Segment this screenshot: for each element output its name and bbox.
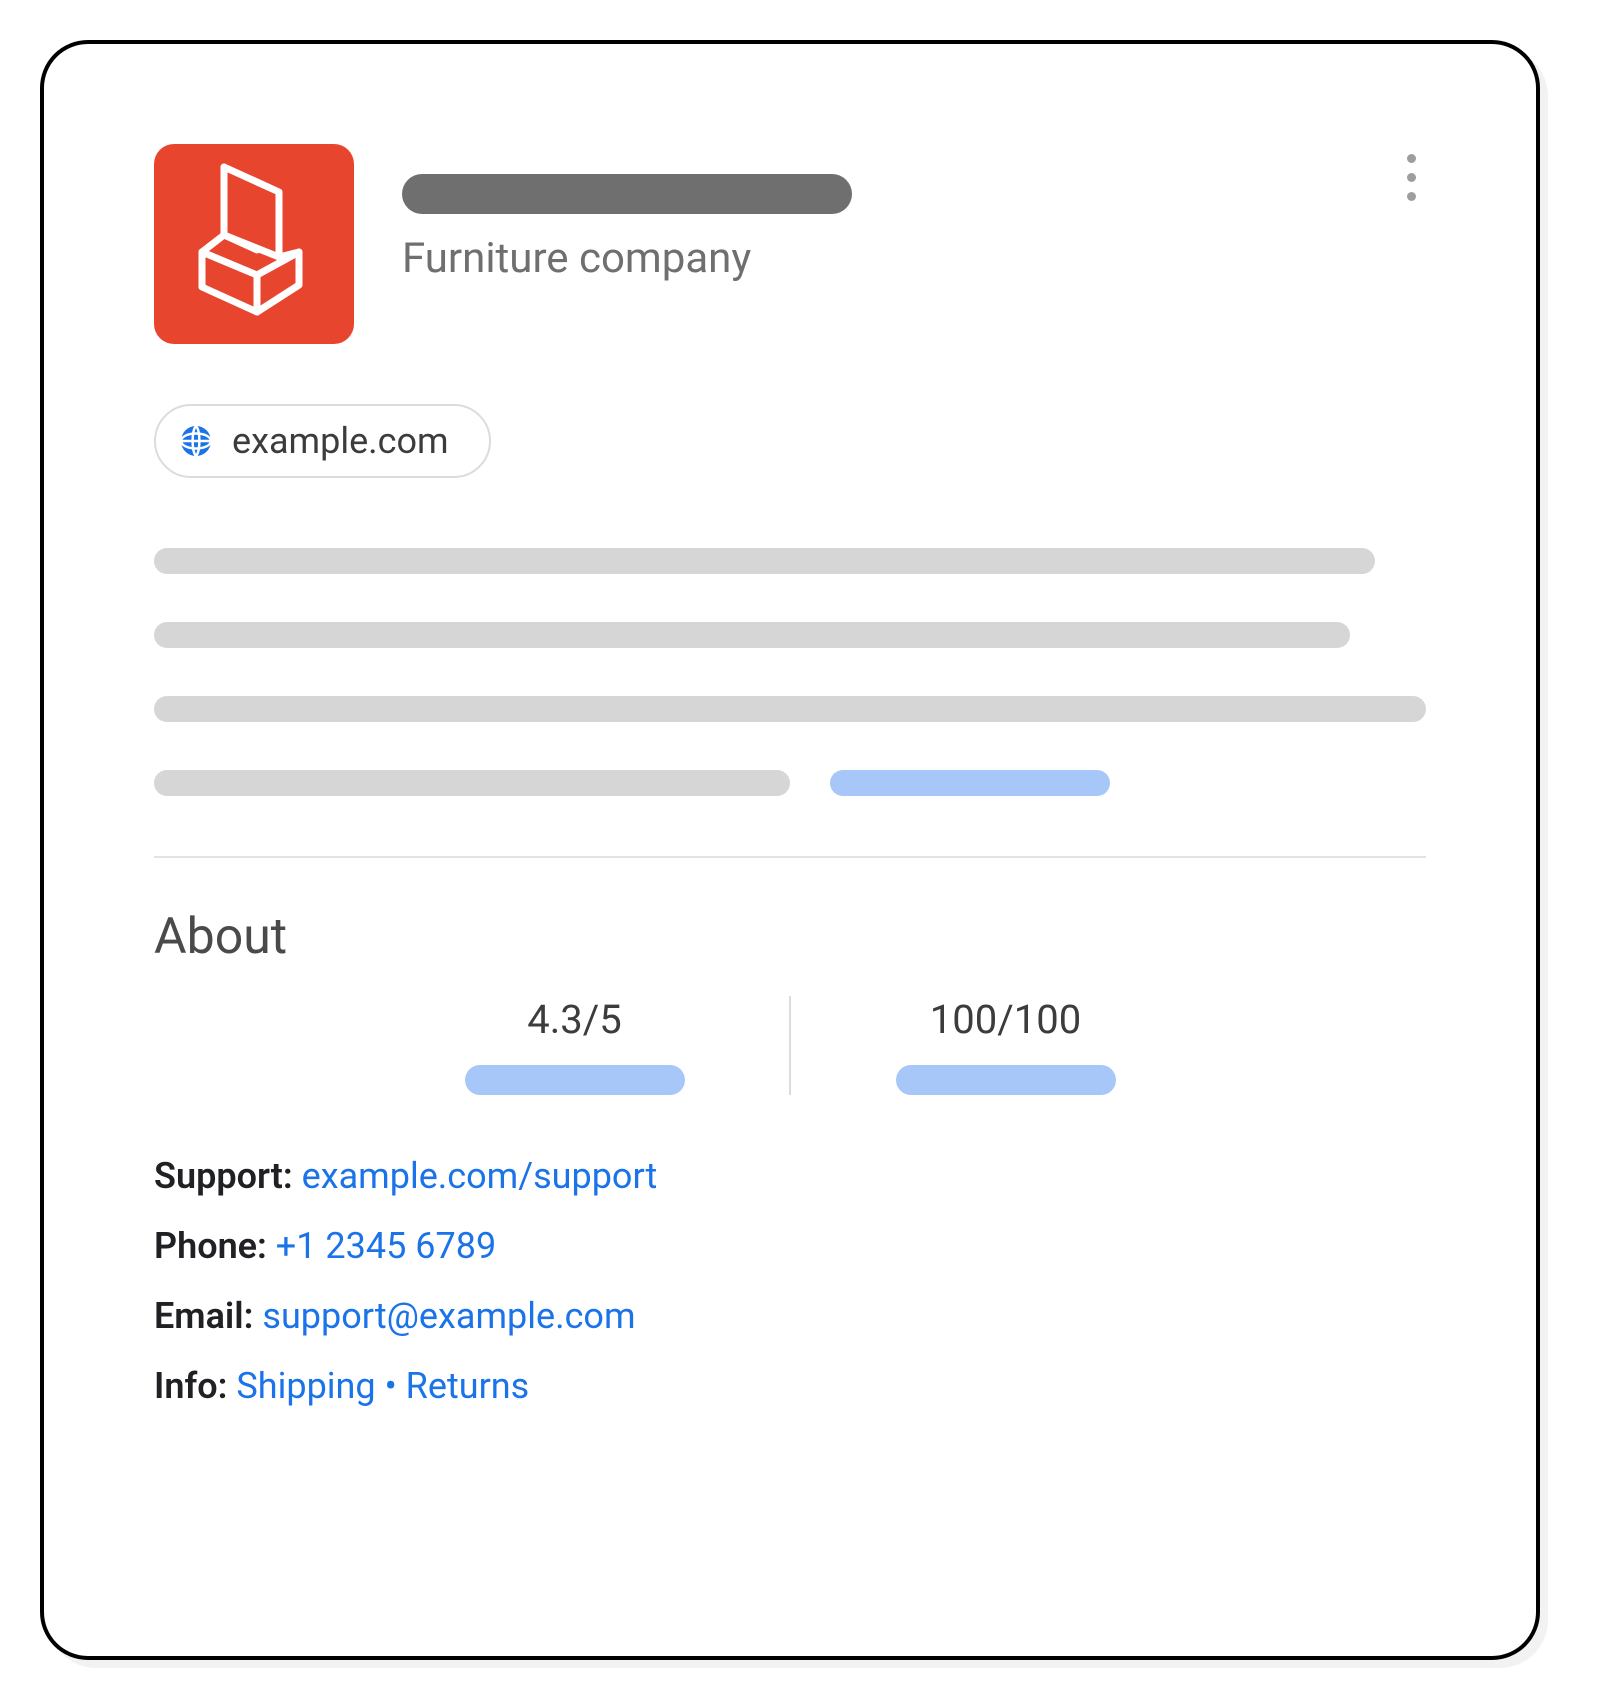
knowledge-panel-card: Furniture company example.com About 4.3/…	[40, 40, 1540, 1660]
section-divider	[154, 856, 1426, 858]
support-row: Support: example.com/support	[154, 1155, 1426, 1197]
website-chip[interactable]: example.com	[154, 404, 491, 478]
rating-label-placeholder[interactable]	[465, 1065, 685, 1095]
rating-metric: 4.3/5	[360, 996, 789, 1095]
about-heading: About	[154, 908, 1426, 966]
header-row: Furniture company	[154, 144, 1426, 344]
placeholder-row	[154, 770, 1426, 796]
shipping-link[interactable]: Shipping	[236, 1365, 375, 1407]
globe-icon	[178, 423, 214, 459]
email-label: Email:	[154, 1295, 253, 1337]
company-name-placeholder	[402, 174, 852, 214]
info-row: Info: Shipping • Returns	[154, 1365, 1426, 1407]
placeholder-line	[154, 622, 1350, 648]
info-label: Info:	[154, 1365, 227, 1407]
phone-link[interactable]: +1 2345 6789	[276, 1225, 496, 1267]
score-label-placeholder[interactable]	[896, 1065, 1116, 1095]
placeholder-line	[154, 770, 790, 796]
score-value: 100/100	[930, 996, 1081, 1043]
phone-row: Phone: +1 2345 6789	[154, 1225, 1426, 1267]
company-logo	[154, 144, 354, 344]
phone-label: Phone:	[154, 1225, 267, 1267]
more-options-button[interactable]	[1407, 154, 1416, 201]
dot-separator: •	[385, 1365, 397, 1407]
score-metric: 100/100	[791, 996, 1220, 1095]
description-placeholder	[154, 548, 1426, 796]
website-domain: example.com	[232, 420, 449, 462]
rating-value: 4.3/5	[527, 996, 622, 1043]
placeholder-line	[154, 548, 1375, 574]
placeholder-line	[154, 696, 1426, 722]
company-category: Furniture company	[402, 234, 852, 283]
contact-section: Support: example.com/support Phone: +1 2…	[154, 1155, 1426, 1407]
chair-icon	[194, 157, 314, 331]
support-link[interactable]: example.com/support	[302, 1155, 658, 1197]
returns-link[interactable]: Returns	[406, 1365, 530, 1407]
email-row: Email: support@example.com	[154, 1295, 1426, 1337]
metrics-row: 4.3/5 100/100	[360, 996, 1220, 1095]
placeholder-link[interactable]	[830, 770, 1110, 796]
support-label: Support:	[154, 1155, 293, 1197]
title-column: Furniture company	[402, 144, 852, 283]
email-link[interactable]: support@example.com	[262, 1295, 635, 1337]
